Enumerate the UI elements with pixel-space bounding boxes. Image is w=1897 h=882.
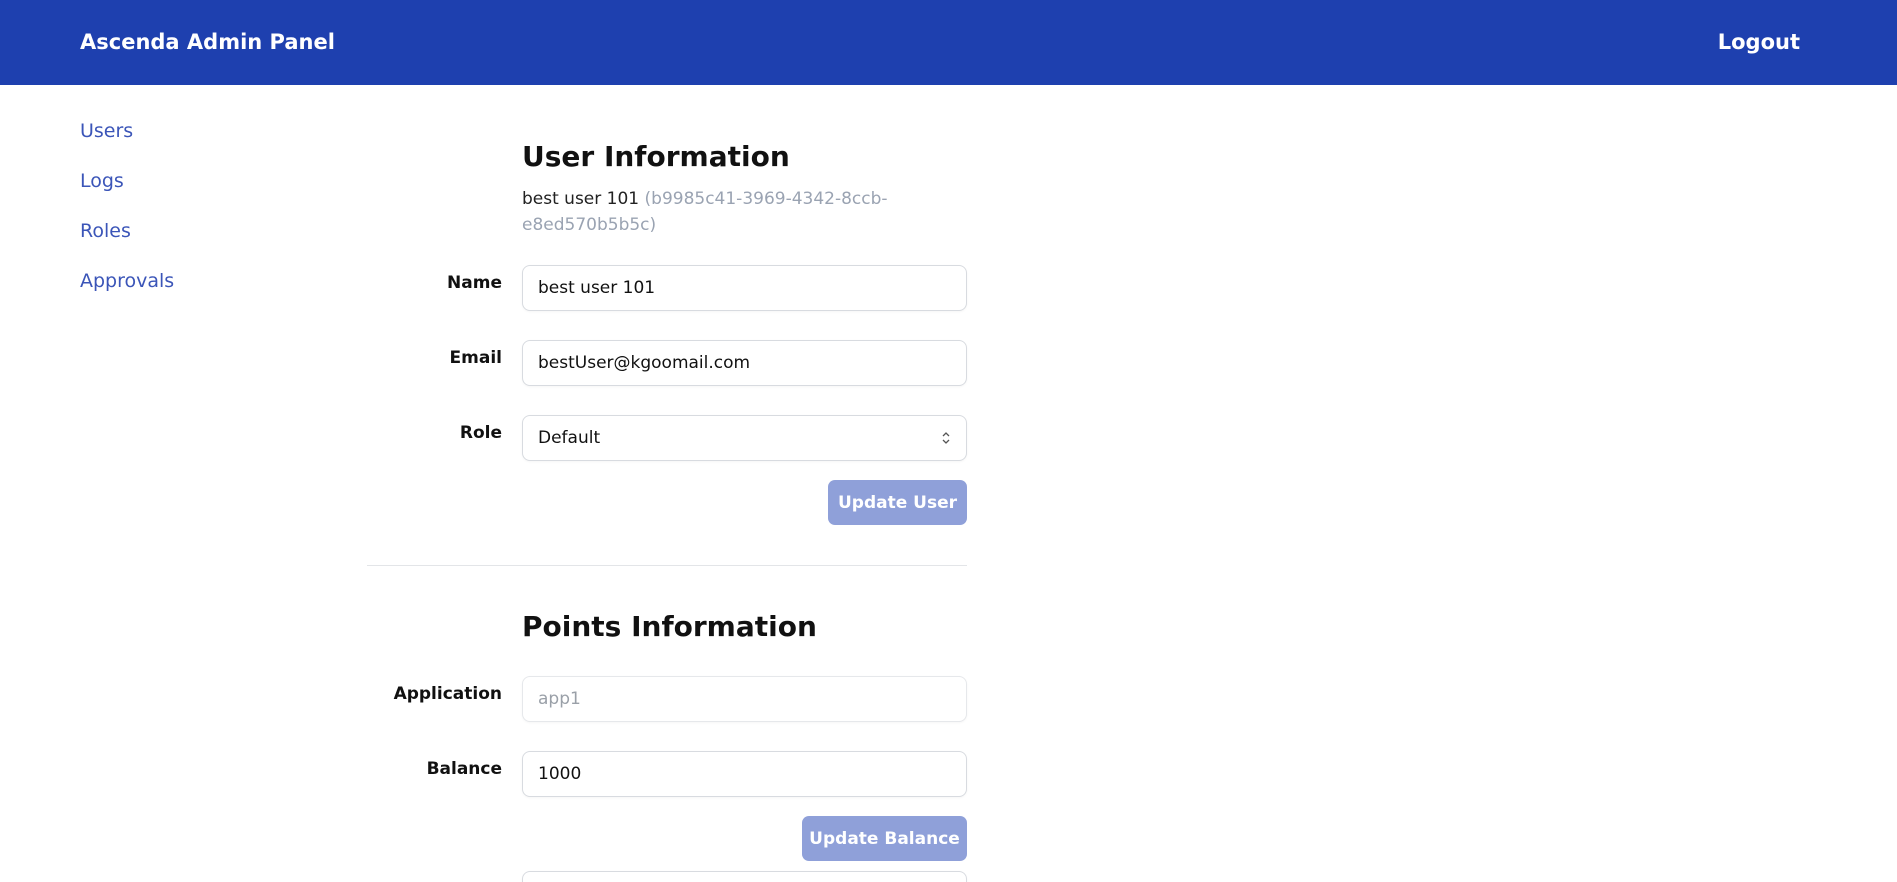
email-label: Email	[449, 348, 502, 368]
role-label: Role	[459, 423, 502, 443]
balance-value: 1000	[538, 764, 582, 784]
sidebar-item-roles[interactable]: Roles	[80, 218, 174, 268]
logout-button[interactable]: Logout	[1718, 30, 1800, 54]
next-field-input[interactable]	[522, 871, 967, 882]
points-info-title: Points Information	[522, 610, 817, 643]
application-label: Application	[393, 684, 502, 704]
user-identity: best user 101 (b9985c41-3969-4342-8ccb-e…	[522, 186, 922, 238]
section-divider	[367, 565, 967, 566]
app-title[interactable]: Ascenda Admin Panel	[80, 30, 335, 54]
email-value: bestUser@kgoomail.com	[538, 353, 751, 373]
update-user-button[interactable]: Update User	[828, 480, 967, 525]
top-navbar: Ascenda Admin Panel Logout	[0, 0, 1897, 85]
application-input: app1	[522, 676, 967, 722]
email-input[interactable]: bestUser@kgoomail.com	[522, 340, 967, 386]
role-select[interactable]: Default	[522, 415, 967, 461]
select-chevron-icon	[941, 431, 951, 445]
name-label: Name	[447, 273, 502, 293]
balance-label: Balance	[426, 759, 502, 779]
name-value: best user 101	[538, 278, 656, 298]
sidebar: Users Logs Roles Approvals	[80, 118, 174, 318]
user-display-name: best user 101	[522, 189, 640, 209]
role-value: Default	[538, 428, 601, 448]
user-info-title: User Information	[522, 140, 790, 173]
update-balance-button[interactable]: Update Balance	[802, 816, 967, 861]
sidebar-item-users[interactable]: Users	[80, 118, 174, 168]
balance-input[interactable]: 1000	[522, 751, 967, 797]
application-value: app1	[538, 689, 581, 709]
name-input[interactable]: best user 101	[522, 265, 967, 311]
sidebar-item-approvals[interactable]: Approvals	[80, 268, 174, 318]
sidebar-item-logs[interactable]: Logs	[80, 168, 174, 218]
